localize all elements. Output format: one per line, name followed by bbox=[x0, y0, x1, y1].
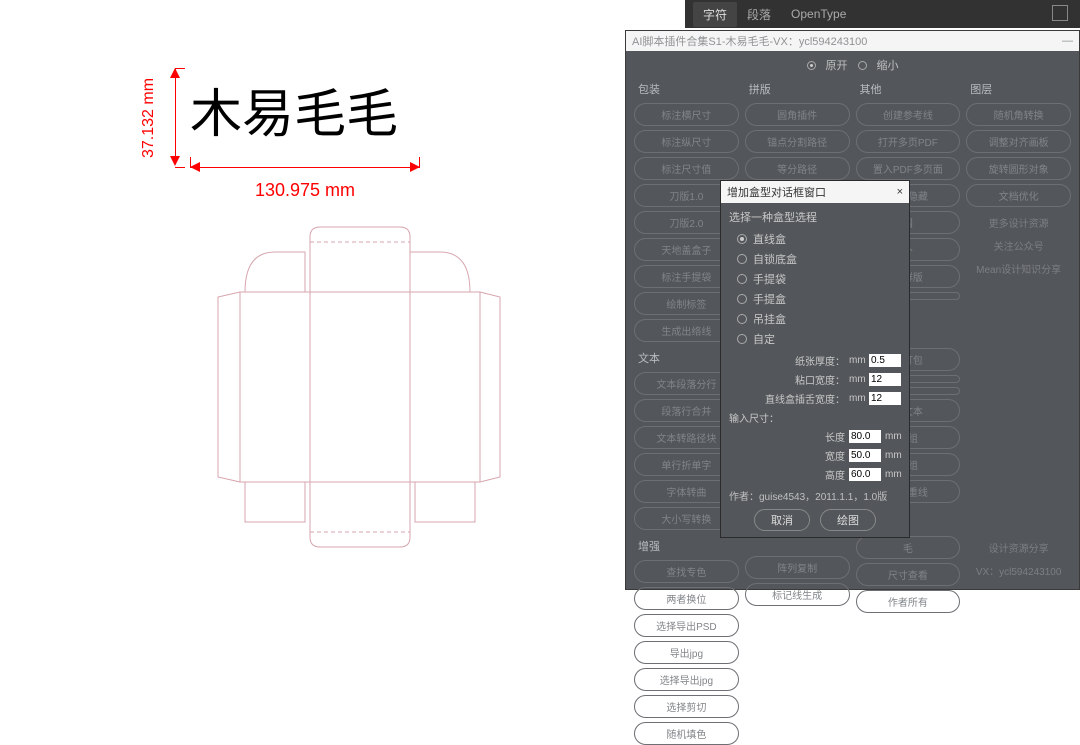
packaging-button[interactable]: 标注纵尺寸 bbox=[634, 130, 739, 153]
cancel-button[interactable]: 取消 bbox=[754, 509, 810, 531]
enhance-button[interactable]: 标记线生成 bbox=[745, 583, 850, 606]
column-resources: 设计资源分享 VX：ycl594243100 bbox=[966, 536, 1071, 745]
box-type-option-label: 直线盒 bbox=[753, 231, 786, 247]
box-type-option[interactable]: 吊挂盒 bbox=[729, 309, 901, 329]
sample-text[interactable]: 木易毛毛 bbox=[190, 72, 398, 147]
enhance-button[interactable]: 毛 bbox=[856, 536, 961, 559]
enhance-button[interactable]: 查找专色 bbox=[634, 560, 739, 583]
layers-extra-note: 更多设计资源 bbox=[966, 215, 1071, 230]
script-panel-titlebar[interactable]: AI脚本插件合集S1-木易毛毛-VX：ycl594243100 — bbox=[626, 31, 1079, 51]
tongue-width-input[interactable]: 12 bbox=[869, 392, 901, 405]
height-input[interactable]: 60.0 bbox=[849, 468, 881, 481]
radio-icon bbox=[737, 334, 747, 344]
enhance-button[interactable]: 尺寸查看 bbox=[856, 563, 961, 586]
dialog-title-text: 增加盒型对话框窗口 bbox=[727, 184, 826, 200]
other-button[interactable]: 创建参考线 bbox=[856, 103, 961, 126]
radio-icon bbox=[737, 294, 747, 304]
column-enhance-right: 毛尺寸查看作者所有 bbox=[856, 536, 961, 745]
enhance-button[interactable]: 选择导出jpg bbox=[634, 668, 739, 691]
layers-extra-note: 关注公众号 bbox=[966, 238, 1071, 253]
box-type-option-label: 吊挂盒 bbox=[753, 311, 786, 327]
tab-character[interactable]: 字符 bbox=[693, 2, 737, 27]
enhance-button[interactable]: 作者所有 bbox=[856, 590, 961, 613]
column-layers-extra bbox=[966, 348, 1071, 530]
column-enhance-footer: - 阵列复制标记线生成 bbox=[745, 536, 850, 745]
dialog-group-title: 选择一种盒型选程 bbox=[729, 209, 901, 225]
dimension-horizontal-label: 130.975 mm bbox=[190, 180, 420, 201]
radio-icon bbox=[737, 274, 747, 284]
panel-tabs-strip: 字符 段落 OpenType bbox=[685, 0, 1080, 28]
library-icon[interactable] bbox=[1052, 5, 1068, 21]
length-input[interactable]: 80.0 bbox=[849, 430, 881, 443]
box-type-option-label: 自定 bbox=[753, 331, 775, 347]
mode-radio-row: 原开 缩小 bbox=[626, 51, 1079, 79]
box-type-dialog: 增加盒型对话框窗口 × 选择一种盒型选程 直线盒自锁底盒手提袋手提盒吊挂盒自定 … bbox=[720, 180, 910, 538]
other-button[interactable]: 置入PDF多页面 bbox=[856, 157, 961, 180]
layers-button[interactable]: 文档优化 bbox=[966, 184, 1071, 207]
column-enhance: 增强 查找专色两者换位选择导出PSD导出jpg选择导出jpg选择剪切随机填色 bbox=[634, 536, 739, 745]
layers-button[interactable]: 调整对齐画板 bbox=[966, 130, 1071, 153]
prepress-button[interactable]: 等分路径 bbox=[745, 157, 850, 180]
dialog-author-text: 作者：guise4543，2011.1.1，1.0版 bbox=[729, 488, 901, 503]
tab-opentype[interactable]: OpenType bbox=[781, 3, 856, 25]
layers-button[interactable]: 随机角转换 bbox=[966, 103, 1071, 126]
box-type-option[interactable]: 自锁底盒 bbox=[729, 249, 901, 269]
mode-original-radio[interactable] bbox=[807, 61, 816, 70]
radio-icon bbox=[737, 254, 747, 264]
paper-thickness-input[interactable]: 0.5 bbox=[869, 354, 901, 367]
enhance-button[interactable]: 选择剪切 bbox=[634, 695, 739, 718]
box-type-option-label: 手提盒 bbox=[753, 291, 786, 307]
box-type-option-label: 自锁底盒 bbox=[753, 251, 797, 267]
width-input[interactable]: 50.0 bbox=[849, 449, 881, 462]
box-type-option[interactable]: 直线盒 bbox=[729, 229, 901, 249]
enhance-button[interactable]: 阵列复制 bbox=[745, 556, 850, 579]
enhance-button[interactable]: 两者换位 bbox=[634, 587, 739, 610]
close-icon[interactable]: × bbox=[897, 186, 903, 198]
mode-shrink-radio[interactable] bbox=[858, 61, 867, 70]
draw-button[interactable]: 绘图 bbox=[820, 509, 876, 531]
prepress-button[interactable]: 圆角插件 bbox=[745, 103, 850, 126]
prepress-button[interactable]: 锚点分割路径 bbox=[745, 130, 850, 153]
tab-paragraph[interactable]: 段落 bbox=[737, 2, 781, 27]
packaging-button[interactable]: 标注横尺寸 bbox=[634, 103, 739, 126]
dimension-vertical-label: 37.132 mm bbox=[140, 78, 158, 158]
radio-icon bbox=[737, 234, 747, 244]
box-type-option[interactable]: 自定 bbox=[729, 329, 901, 349]
enhance-button[interactable]: 导出jpg bbox=[634, 641, 739, 664]
packaging-button[interactable]: 标注尺寸值 bbox=[634, 157, 739, 180]
radio-icon bbox=[737, 314, 747, 324]
minimize-icon[interactable]: — bbox=[1062, 35, 1073, 47]
box-type-option[interactable]: 手提盒 bbox=[729, 289, 901, 309]
box-type-option-label: 手提袋 bbox=[753, 271, 786, 287]
layers-button[interactable]: 旋转圆形对象 bbox=[966, 157, 1071, 180]
other-button[interactable]: 打开多页PDF bbox=[856, 130, 961, 153]
box-type-option[interactable]: 手提袋 bbox=[729, 269, 901, 289]
layers-extra-note: Mean设计知识分享 bbox=[966, 261, 1071, 276]
script-panel-title: AI脚本插件合集S1-木易毛毛-VX：ycl594243100 bbox=[632, 33, 867, 49]
dimension-horizontal: 130.975 mm bbox=[190, 162, 420, 202]
enhance-button[interactable]: 随机填色 bbox=[634, 722, 739, 745]
dimension-vertical: 37.132 mm bbox=[145, 68, 185, 168]
enhance-button[interactable]: 选择导出PSD bbox=[634, 614, 739, 637]
glue-width-input[interactable]: 12 bbox=[869, 373, 901, 386]
canvas-artboard: 37.132 mm 木易毛毛 130.975 mm bbox=[0, 0, 620, 597]
box-dieline bbox=[195, 222, 515, 592]
column-layers: 图层 随机角转换调整对齐画板旋转圆形对象文档优化更多设计资源关注公众号Mean设… bbox=[966, 79, 1071, 342]
